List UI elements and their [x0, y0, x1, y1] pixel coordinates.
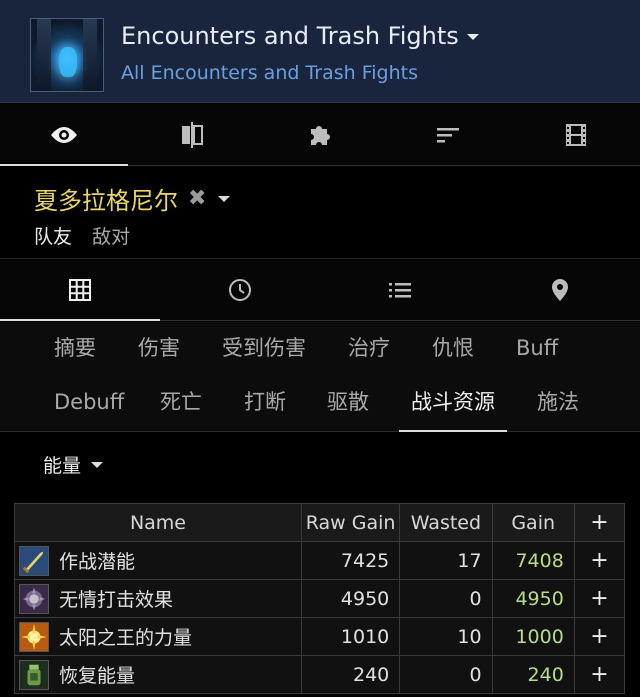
caret-down-icon — [91, 461, 104, 468]
main-tab-bar — [0, 104, 640, 166]
raw-gain-cell: 240 — [300, 655, 401, 694]
clear-unit-icon[interactable]: ✖ — [188, 186, 206, 211]
category-damage-taken[interactable]: 受到伤害 — [222, 322, 306, 374]
column-raw-gain[interactable]: Raw Gain — [300, 503, 401, 542]
tab-sort[interactable] — [384, 104, 512, 165]
category-resources[interactable]: 战斗资源 — [399, 376, 507, 432]
spell-name: 恢复能量 — [59, 665, 136, 687]
app-header: Encounters and Trash Fights All Encounte… — [0, 0, 640, 103]
tab-film[interactable] — [512, 104, 640, 165]
unit-name: 夏多拉格尼尔 — [34, 187, 178, 215]
gain-cell: 240 — [491, 655, 575, 694]
raw-gain-cell: 7425 — [300, 541, 401, 580]
caret-down-icon — [466, 34, 479, 40]
table-row[interactable]: 无情打击效果 4950 0 4950 + — [14, 579, 626, 618]
tab-timeline-view[interactable] — [160, 259, 320, 320]
wasted-cell: 0 — [399, 655, 493, 694]
caret-down-icon — [218, 195, 231, 202]
sort-icon — [437, 127, 459, 142]
row-name-cell: 太阳之王的力量 — [14, 617, 302, 656]
view-tab-bar — [0, 258, 640, 321]
category-damage[interactable]: 伤害 — [138, 322, 180, 374]
compare-icon — [182, 121, 203, 148]
table-header-row: Name Raw Gain Wasted Gain + — [14, 503, 626, 542]
gain-cell: 4950 — [491, 579, 575, 618]
sunburst-icon — [19, 621, 49, 652]
column-name[interactable]: Name — [14, 503, 302, 542]
filter-ally[interactable]: 队友 — [34, 226, 72, 248]
category-buff[interactable]: Buff — [516, 322, 558, 374]
expand-row-button[interactable]: + — [573, 655, 626, 694]
tab-map-view[interactable] — [480, 259, 640, 320]
table-row[interactable]: 作战潜能 7425 17 7408 + — [14, 541, 626, 580]
spell-name: 太阳之王的力量 — [59, 627, 193, 649]
eye-icon — [51, 126, 77, 143]
gain-cell: 1000 — [491, 617, 575, 656]
resource-table: Name Raw Gain Wasted Gain + 作战潜能 7425 17… — [14, 503, 626, 694]
expand-row-button[interactable]: + — [573, 579, 626, 618]
category-tabs: 摘要 伤害 受到伤害 治疗 仇恨 Buff Debuff 死亡 打断 驱散 战斗… — [0, 322, 640, 432]
category-debuff[interactable]: Debuff — [54, 376, 124, 428]
tab-compare[interactable] — [128, 104, 256, 165]
row-name-cell: 作战潜能 — [14, 541, 302, 580]
encounter-title: Encounters and Trash Fights — [121, 22, 459, 50]
encounter-title-dropdown[interactable]: Encounters and Trash Fights — [121, 22, 479, 50]
encounter-thumbnail — [30, 18, 104, 92]
tab-list-view[interactable] — [320, 259, 480, 320]
resource-type-value: 能量 — [43, 455, 82, 477]
wasted-cell: 17 — [399, 541, 493, 580]
clock-icon — [229, 278, 251, 301]
table-row[interactable]: 太阳之王的力量 1010 10 1000 + — [14, 617, 626, 656]
spell-name: 无情打击效果 — [59, 589, 174, 611]
wasted-cell: 0 — [399, 579, 493, 618]
map-pin-icon — [552, 278, 568, 301]
resource-type-select[interactable]: 能量 — [43, 451, 104, 478]
category-deaths[interactable]: 死亡 — [160, 376, 202, 428]
tab-table-view[interactable] — [0, 259, 160, 321]
category-healing[interactable]: 治疗 — [348, 322, 390, 374]
potion-icon — [19, 659, 49, 690]
wasted-cell: 10 — [399, 617, 493, 656]
unit-selector[interactable]: 夏多拉格尼尔 ✖ — [34, 181, 231, 216]
category-threat[interactable]: 仇恨 — [432, 322, 474, 374]
tab-puzzle[interactable] — [256, 104, 384, 165]
filter-enemy[interactable]: 敌对 — [92, 226, 130, 248]
category-summary[interactable]: 摘要 — [54, 322, 96, 374]
spell-name: 作战潜能 — [59, 551, 136, 573]
row-name-cell: 无情打击效果 — [14, 579, 302, 618]
film-icon — [566, 123, 586, 146]
unit-section: 夏多拉格尼尔 ✖ 队友 敌对 — [0, 167, 640, 257]
column-add[interactable]: + — [573, 503, 626, 542]
raw-gain-cell: 1010 — [300, 617, 401, 656]
category-casts[interactable]: 施法 — [537, 376, 579, 428]
column-wasted[interactable]: Wasted — [399, 503, 493, 542]
grid-icon — [69, 278, 91, 301]
expand-row-button[interactable]: + — [573, 541, 626, 580]
gain-cell: 7408 — [491, 541, 575, 580]
puzzle-icon — [311, 125, 330, 145]
unit-filters: 队友 敌对 — [34, 222, 144, 249]
category-interrupts[interactable]: 打断 — [244, 376, 286, 428]
raw-gain-cell: 4950 — [300, 579, 401, 618]
column-gain[interactable]: Gain — [491, 503, 575, 542]
encounter-subtitle: All Encounters and Trash Fights — [121, 62, 418, 84]
row-name-cell: 恢复能量 — [14, 655, 302, 694]
list-icon — [389, 282, 411, 297]
ruthless-icon — [19, 583, 49, 614]
sword-icon — [19, 545, 49, 576]
tab-view[interactable] — [0, 104, 128, 166]
expand-row-button[interactable]: + — [573, 617, 626, 656]
table-row[interactable]: 恢复能量 240 0 240 + — [14, 655, 626, 694]
category-dispels[interactable]: 驱散 — [327, 376, 369, 428]
